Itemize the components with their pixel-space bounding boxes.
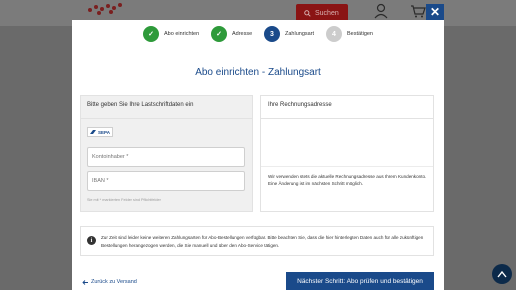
divider <box>261 118 433 119</box>
logo-icon <box>84 2 128 18</box>
sepa-label: SEPA <box>98 129 110 135</box>
user-icon[interactable] <box>374 3 388 19</box>
sepa-icon: SEPA <box>87 127 113 137</box>
account-holder-field[interactable] <box>87 147 245 167</box>
back-label: Zurück zu Versand <box>91 279 137 285</box>
page-title: Abo einrichten - Zahlungsart <box>195 67 321 78</box>
step-bestaetigen: 4 Bestätigen <box>326 26 373 42</box>
billing-note: Wir verwenden stets die aktuelle Rechnun… <box>268 174 427 186</box>
step-label: Bestätigen <box>347 31 373 37</box>
next-label: Nächster Schritt: Abo prüfen und bestäti… <box>297 277 423 285</box>
payment-heading: Bitte geben Sie Ihre Lastschriftdaten ei… <box>87 102 194 108</box>
billing-heading: Ihre Rechnungsadresse <box>268 102 332 108</box>
info-text: Zur Zeit sind leider keine weiteren Zahl… <box>101 235 424 248</box>
step-adresse[interactable]: ✓ Adresse <box>211 26 252 42</box>
step-number: 3 <box>264 26 280 42</box>
step-zahlungsart: 3 Zahlungsart <box>264 26 314 42</box>
cart-icon[interactable] <box>410 4 426 18</box>
step-abo-einrichten[interactable]: ✓ Abo einrichten <box>143 26 199 42</box>
step-label: Adresse <box>232 31 253 37</box>
step-number: 4 <box>326 26 342 42</box>
arrow-up-icon <box>497 270 507 278</box>
close-icon: ✕ <box>429 5 441 19</box>
check-icon: ✓ <box>211 26 227 42</box>
background-left <box>0 26 72 290</box>
search-label: Suchen <box>315 9 339 17</box>
search-icon <box>304 9 311 17</box>
scroll-to-top-button[interactable] <box>492 264 512 284</box>
divider <box>81 118 252 119</box>
arrow-left-icon <box>82 279 88 285</box>
progress-steps: ✓ Abo einrichten ✓ Adresse 3 Zahlungsart… <box>72 24 444 48</box>
close-button[interactable]: ✕ <box>426 4 444 20</box>
step-label: Abo einrichten <box>164 31 200 37</box>
back-link[interactable]: Zurück zu Versand <box>82 279 137 285</box>
info-icon: i <box>87 236 96 245</box>
next-step-button[interactable]: Nächster Schritt: Abo prüfen und bestäti… <box>286 272 434 290</box>
check-icon: ✓ <box>143 26 159 42</box>
iban-field[interactable] <box>87 171 245 191</box>
background-right <box>444 26 516 290</box>
required-note: Sie mit * markierten Felder sind Pflicht… <box>87 198 161 202</box>
billing-panel <box>260 95 434 212</box>
divider <box>261 166 433 167</box>
step-label: Zahlungsart <box>285 31 315 37</box>
